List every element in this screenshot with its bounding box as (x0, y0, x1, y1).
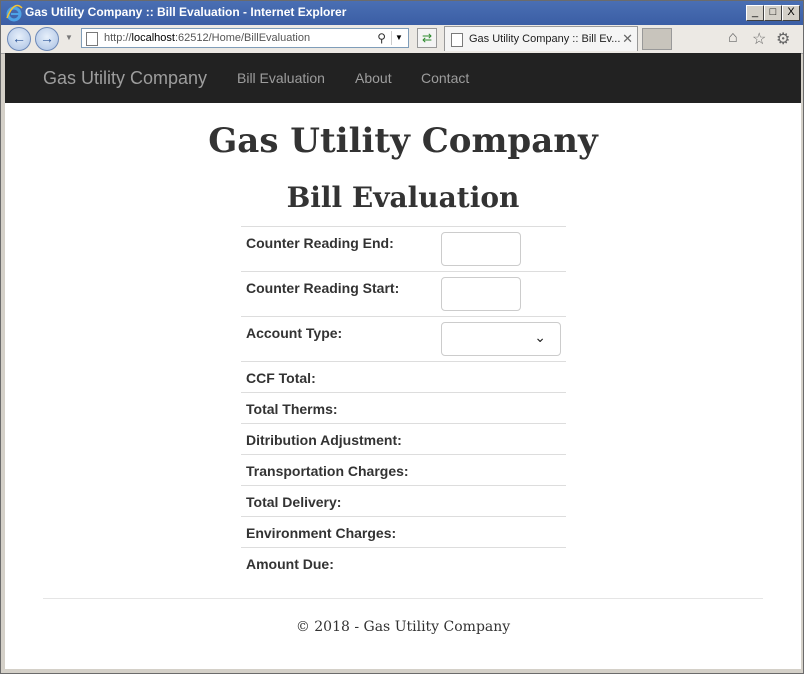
counter-reading-end-input[interactable] (441, 232, 521, 266)
transportation-charges-label: Transportation Charges: (246, 463, 409, 479)
form-row: Total Delivery: (241, 485, 566, 516)
ccf-total-label: CCF Total: (246, 370, 316, 386)
bill-form: Counter Reading End: Counter Reading Sta… (241, 226, 566, 578)
back-button[interactable]: ← (7, 27, 31, 51)
new-tab-button[interactable] (642, 28, 672, 50)
url-text[interactable]: http://localhost:62512/Home/BillEvaluati… (104, 32, 310, 44)
star-icon[interactable]: ☆ (752, 29, 766, 49)
close-icon[interactable]: ✕ (622, 31, 633, 47)
tab-title: Gas Utility Company :: Bill Ev... (469, 33, 621, 45)
address-bar[interactable]: http://localhost:62512/Home/BillEvaluati… (81, 28, 409, 48)
counter-reading-start-label: Counter Reading Start: (246, 280, 400, 296)
footer-divider (43, 598, 763, 599)
minimize-button[interactable]: _ (746, 5, 764, 21)
form-row: Total Therms: (241, 392, 566, 423)
total-therms-label: Total Therms: (246, 401, 338, 417)
site-navbar: Gas Utility Company Bill Evaluation Abou… (5, 53, 801, 103)
form-row: Environment Charges: (241, 516, 566, 547)
gear-icon[interactable]: ⚙ (776, 29, 790, 49)
chevron-down-icon[interactable]: ▼ (391, 31, 406, 45)
form-row: Counter Reading End: (241, 226, 566, 271)
counter-reading-end-label: Counter Reading End: (246, 235, 394, 251)
navbar-brand[interactable]: Gas Utility Company (43, 68, 207, 89)
refresh-icon[interactable]: ⇄ (417, 28, 437, 48)
page-icon (451, 33, 463, 47)
tab-bill-evaluation[interactable]: Gas Utility Company :: Bill Ev... ✕ (444, 26, 638, 51)
nav-link-bill-evaluation[interactable]: Bill Evaluation (237, 70, 325, 86)
browser-toolbar: ← → ▼ http://localhost:62512/Home/BillEv… (1, 25, 803, 54)
form-row: Counter Reading Start: (241, 271, 566, 316)
title-bar: Gas Utility Company :: Bill Evaluation -… (1, 1, 803, 25)
account-type-select[interactable]: ⌄ (441, 322, 561, 356)
form-row: CCF Total: (241, 361, 566, 392)
nav-link-about[interactable]: About (355, 70, 392, 86)
counter-reading-start-input[interactable] (441, 277, 521, 311)
internet-explorer-icon (6, 4, 23, 22)
environment-charges-label: Environment Charges: (246, 525, 397, 541)
chevron-down-icon: ⌄ (534, 329, 546, 345)
form-row: Account Type: ⌄ (241, 316, 566, 361)
search-icon[interactable]: ⚲ (377, 31, 386, 45)
browser-window: Gas Utility Company :: Bill Evaluation -… (0, 0, 804, 674)
page-icon (86, 32, 98, 46)
history-dropdown-icon[interactable]: ▼ (65, 33, 73, 42)
distribution-adjustment-label: Ditribution Adjustment: (246, 432, 402, 448)
maximize-button[interactable]: □ (764, 5, 782, 21)
form-row: Amount Due: (241, 547, 566, 578)
total-delivery-label: Total Delivery: (246, 494, 342, 510)
form-row: Ditribution Adjustment: (241, 423, 566, 454)
close-button[interactable]: X (782, 5, 800, 21)
page-content: Gas Utility Company Bill Evaluation Abou… (5, 53, 801, 669)
page-title: Gas Utility Company (208, 121, 598, 161)
amount-due-label: Amount Due: (246, 556, 334, 572)
form-row: Transportation Charges: (241, 454, 566, 485)
footer-text: © 2018 - Gas Utility Company (295, 619, 511, 635)
nav-link-contact[interactable]: Contact (421, 70, 469, 86)
home-icon[interactable]: ⌂ (728, 29, 738, 47)
window-title: Gas Utility Company :: Bill Evaluation -… (25, 5, 347, 19)
page-subtitle: Bill Evaluation (286, 181, 520, 214)
forward-button[interactable]: → (35, 27, 59, 51)
account-type-label: Account Type: (246, 325, 343, 341)
